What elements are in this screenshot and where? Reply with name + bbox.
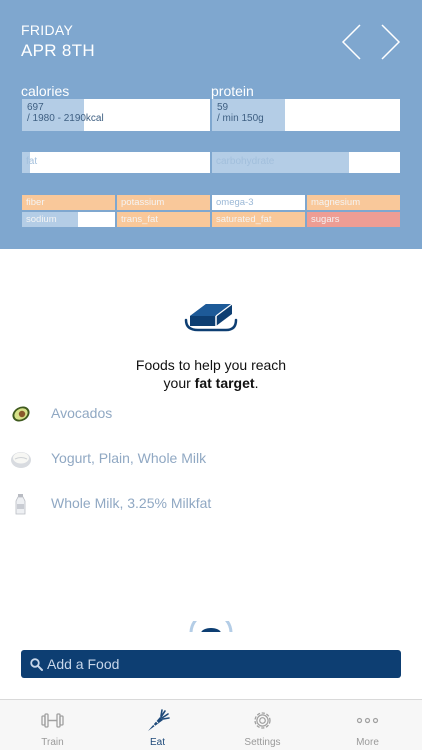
- previous-day-button[interactable]: [338, 22, 366, 62]
- fat-progress-bar[interactable]: fat: [22, 152, 210, 173]
- tab-settings[interactable]: Settings: [210, 700, 315, 750]
- magnesium-label: magnesium: [311, 197, 361, 208]
- next-card-peek: [188, 620, 234, 632]
- fiber-label: fiber: [26, 197, 45, 208]
- fat-label: fat: [26, 156, 38, 167]
- food-name: Yogurt, Plain, Whole Milk: [51, 450, 207, 466]
- sodium-progress-bar[interactable]: sodium: [22, 212, 115, 227]
- fiber-progress-bar[interactable]: fiber: [22, 195, 115, 210]
- butter-icon: [184, 296, 238, 334]
- protein-label: protein: [211, 83, 254, 99]
- food-item-whole-milk[interactable]: Whole Milk, 3.25% Milkfat: [0, 488, 422, 522]
- avocado-icon: [10, 403, 32, 425]
- calories-progress-bar[interactable]: 697 / 1980 - 2190kcal: [22, 99, 210, 131]
- food-name: Whole Milk, 3.25% Milkfat: [51, 495, 212, 511]
- carrot-icon: [148, 709, 170, 731]
- daily-summary-header: FRIDAY APR 8TH calories protein 697 / 19…: [0, 0, 422, 249]
- carbohydrate-label: carbohydrate: [216, 156, 275, 167]
- tab-eat[interactable]: Eat: [105, 700, 210, 750]
- food-name: Avocados: [51, 405, 113, 421]
- sodium-label: sodium: [26, 214, 57, 225]
- tab-more[interactable]: More: [315, 700, 420, 750]
- potassium-label: potassium: [121, 197, 165, 208]
- tab-train[interactable]: Train: [0, 700, 105, 750]
- search-icon: [30, 658, 43, 671]
- date-label: APR 8TH: [21, 41, 95, 60]
- sugars-label: sugars: [311, 214, 340, 225]
- calories-consumed: 697: [27, 102, 44, 113]
- calories-target: / 1980 - 2190kcal: [27, 113, 104, 124]
- chevron-right-icon: [381, 24, 401, 60]
- add-food-placeholder: Add a Food: [47, 656, 120, 672]
- tab-train-label: Train: [41, 737, 64, 748]
- sugars-progress-bar[interactable]: sugars: [307, 212, 400, 227]
- protein-target: / min 150g: [217, 113, 264, 124]
- omega-3-progress-bar[interactable]: omega-3: [212, 195, 305, 210]
- milk-bottle-icon: [10, 493, 32, 515]
- calories-label: calories: [21, 83, 70, 99]
- omega-3-label: omega-3: [216, 197, 254, 208]
- recommendation-line-1: Foods to help you reach: [135, 357, 287, 373]
- tab-more-label: More: [356, 737, 379, 748]
- day-label: FRIDAY: [21, 22, 74, 38]
- protein-progress-bar[interactable]: 59 / min 150g: [212, 99, 400, 131]
- trans-fat-progress-bar[interactable]: trans_fat: [117, 212, 210, 227]
- next-day-button[interactable]: [376, 22, 404, 62]
- ellipsis-icon: [356, 717, 379, 724]
- magnesium-progress-bar[interactable]: magnesium: [307, 195, 400, 210]
- food-item-yogurt[interactable]: Yogurt, Plain, Whole Milk: [0, 443, 422, 477]
- yogurt-icon: [10, 448, 32, 470]
- saturated-fat-progress-bar[interactable]: saturated_fat: [212, 212, 305, 227]
- tab-bar: Train Eat Settings More: [0, 699, 422, 750]
- trans-fat-label: trans_fat: [121, 214, 158, 225]
- gear-icon: [254, 712, 271, 729]
- recommendation-suffix: .: [254, 375, 259, 391]
- tab-eat-label: Eat: [149, 737, 165, 748]
- tab-settings-label: Settings: [244, 737, 281, 748]
- chevron-left-icon: [341, 24, 361, 60]
- add-food-search-bar[interactable]: Add a Food: [21, 650, 401, 678]
- recommendation-prefix: your: [163, 375, 195, 391]
- saturated-fat-label: saturated_fat: [216, 214, 272, 225]
- protein-consumed: 59: [217, 102, 229, 113]
- recommendation-line-2: your fat target.: [0, 375, 422, 391]
- recommendation-target: fat target: [194, 375, 255, 391]
- dumbbell-icon: [41, 713, 64, 728]
- carbohydrate-progress-bar[interactable]: carbohydrate: [212, 152, 400, 173]
- potassium-progress-bar[interactable]: potassium: [117, 195, 210, 210]
- food-item-avocados[interactable]: Avocados: [0, 398, 422, 432]
